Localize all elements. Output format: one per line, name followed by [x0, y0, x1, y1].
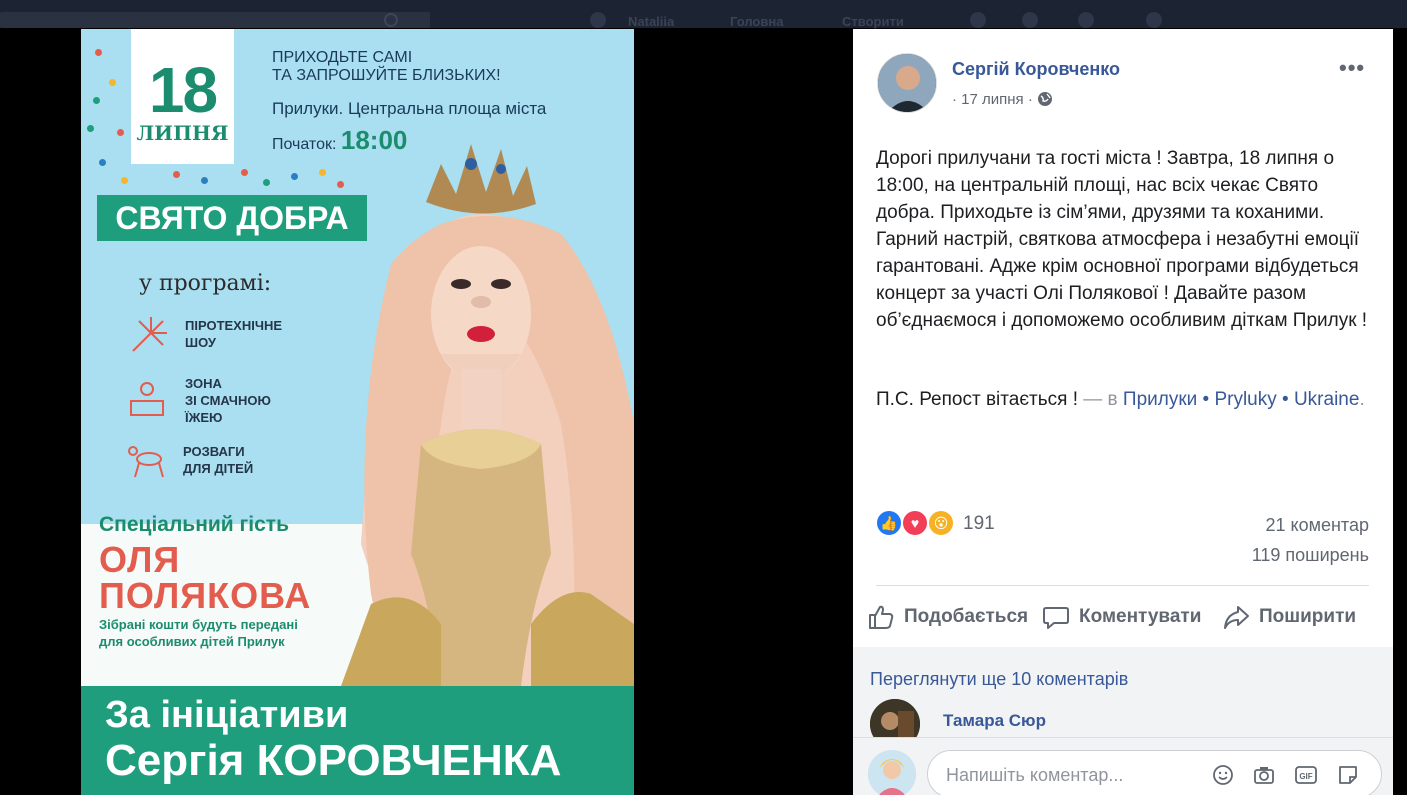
celebrity-illustration — [341, 144, 634, 686]
gif-icon[interactable]: GIF — [1294, 763, 1318, 787]
guest-note: Зібрані кошти будуть передані для особли… — [99, 616, 298, 650]
post-meta: · 17 липня · — [952, 91, 1053, 108]
confetti-dot — [201, 177, 208, 184]
divider — [876, 585, 1369, 586]
program-item-line: ДЛЯ ДІТЕЙ — [183, 461, 254, 476]
invite-line-2: ТА ЗАПРОШУЙТЕ БЛИЗЬКИХ! — [272, 67, 501, 84]
reaction-count[interactable]: 191 — [963, 513, 995, 535]
place-link[interactable]: Прилуки • Pryluky • Ukraine — [1123, 389, 1360, 410]
share-label: Поширити — [1259, 606, 1357, 627]
guest-note-line: для особливих дітей Прилук — [99, 634, 285, 649]
notifications-icon[interactable] — [1078, 12, 1094, 28]
balloon-dog-icon — [128, 446, 164, 478]
program-item-line: РОЗВАГИ — [183, 444, 245, 459]
nav-home[interactable]: Головна — [730, 14, 783, 29]
meta-separator: · — [1027, 91, 1038, 108]
program-item-line: ЗІ СМАЧНОЮ — [185, 393, 271, 408]
commenter-name[interactable]: Тамара Сюр — [943, 711, 1046, 731]
event-location: Прилуки. Центральна площа міста — [272, 99, 547, 118]
program-title: у програмі: — [139, 271, 272, 296]
emoji-icon[interactable] — [1211, 763, 1235, 787]
confetti-dot — [109, 79, 116, 86]
share-icon — [1224, 606, 1249, 629]
meta-separator: · — [952, 91, 962, 108]
fireworks-icon — [132, 317, 167, 352]
wow-reaction-icon[interactable]: 😮 — [927, 509, 955, 537]
program-item-line: ЇЖЕЮ — [185, 410, 223, 425]
author-photo — [878, 54, 936, 112]
comment-icon — [1043, 607, 1069, 629]
sticker-icon[interactable] — [1336, 763, 1360, 787]
svg-text:GIF: GIF — [1299, 772, 1312, 781]
view-more-comments-link[interactable]: Переглянути ще 10 коментарів — [870, 669, 1128, 690]
program-item-line: ШОУ — [185, 335, 216, 350]
confetti-dot — [87, 125, 94, 132]
confetti-dot — [99, 159, 106, 166]
user-avatar[interactable] — [590, 12, 606, 28]
search-input[interactable] — [0, 12, 430, 28]
post-date[interactable]: 17 липня — [961, 91, 1024, 108]
love-reaction-icon[interactable]: ♥ — [901, 509, 929, 537]
author-name[interactable]: Сергій Коровченко — [952, 59, 1120, 80]
ps-end: . — [1359, 389, 1365, 410]
ps-in: — в — [1077, 389, 1123, 410]
food-icon — [130, 382, 164, 416]
date-card: 18 ЛИПНЯ — [131, 29, 234, 164]
search-icon[interactable] — [384, 13, 398, 27]
globe-icon[interactable] — [1037, 91, 1053, 107]
friends-icon[interactable] — [970, 12, 986, 28]
my-photo — [868, 750, 916, 795]
footer-line-2: Сергія КОРОВЧЕНКА — [105, 736, 562, 785]
confetti-dot — [319, 169, 326, 176]
post-text: Дорогі прилучани та гості міста ! Завтра… — [876, 148, 1368, 331]
confetti-dot — [117, 129, 124, 136]
shares-count[interactable]: 119 поширень — [1252, 545, 1369, 566]
confetti-dot — [121, 177, 128, 184]
post-card: Сергій Коровченко · 17 липня · ••• Дорог… — [853, 29, 1393, 795]
ps-text: П.С. Репост вітається ! — [876, 389, 1078, 410]
comments-count[interactable]: 21 коментар — [1266, 515, 1370, 536]
post-photo[interactable]: 18 ЛИПНЯ ПРИХОДЬТЕ САМІ ТА ЗАПРОШУЙТЕ БЛ… — [81, 29, 634, 795]
confetti-dot — [173, 171, 180, 178]
footer-line-1: За ініціативи — [105, 694, 349, 736]
confetti-dot — [291, 173, 298, 180]
date-month: ЛИПНЯ — [136, 121, 229, 145]
confetti-dot — [263, 179, 270, 186]
messenger-icon[interactable] — [1022, 12, 1038, 28]
help-icon[interactable] — [1146, 12, 1162, 28]
nav-create[interactable]: Створити — [842, 14, 904, 29]
my-avatar[interactable] — [868, 750, 916, 795]
post-options-button[interactable]: ••• — [1339, 55, 1365, 81]
confetti-dot — [93, 97, 100, 104]
program-item-line: ПІРОТЕХНІЧНЕ — [185, 318, 283, 333]
program-item-line: ЗОНА — [185, 376, 222, 391]
author-avatar[interactable] — [877, 53, 937, 113]
post-ps: П.С. Репост вітається ! — в Прилуки • Pr… — [876, 386, 1372, 413]
program-item: ПІРОТЕХНІЧНЕ ШОУ — [185, 317, 282, 351]
comment-label: Коментувати — [1079, 606, 1202, 627]
nav-user-name[interactable]: Nataliia — [628, 14, 674, 29]
invite-line-1: ПРИХОДЬТЕ САМІ — [272, 49, 413, 66]
date-day: 18 — [148, 54, 218, 126]
start-label: Початок: — [272, 136, 337, 153]
guest-note-line: Зібрані кошти будуть передані — [99, 617, 298, 632]
top-nav-bar: Nataliia Головна Створити — [0, 0, 1407, 29]
confetti-dot — [95, 49, 102, 56]
camera-icon[interactable] — [1252, 763, 1276, 787]
thumbs-up-icon — [869, 605, 894, 629]
like-label: Подобається — [904, 606, 1029, 627]
holiday-title: СВЯТО ДОБРА — [97, 195, 367, 241]
comment-input[interactable]: Напишіть коментар... GIF — [927, 750, 1382, 795]
poster-footer: За ініціативи Сергія КОРОВЧЕНКА — [81, 686, 634, 795]
confetti-dot — [241, 169, 248, 176]
program-item: РОЗВАГИ ДЛЯ ДІТЕЙ — [183, 443, 253, 477]
guest-label: Спеціальний гість — [99, 513, 289, 536]
guest-last-name: ПОЛЯКОВА — [99, 575, 312, 616]
like-reaction-icon[interactable]: 👍 — [875, 509, 903, 537]
comment-placeholder: Напишіть коментар... — [946, 765, 1124, 785]
comment-composer: Напишіть коментар... GIF — [853, 737, 1393, 795]
program-item: ЗОНА ЗІ СМАЧНОЮ ЇЖЕЮ — [185, 375, 271, 426]
